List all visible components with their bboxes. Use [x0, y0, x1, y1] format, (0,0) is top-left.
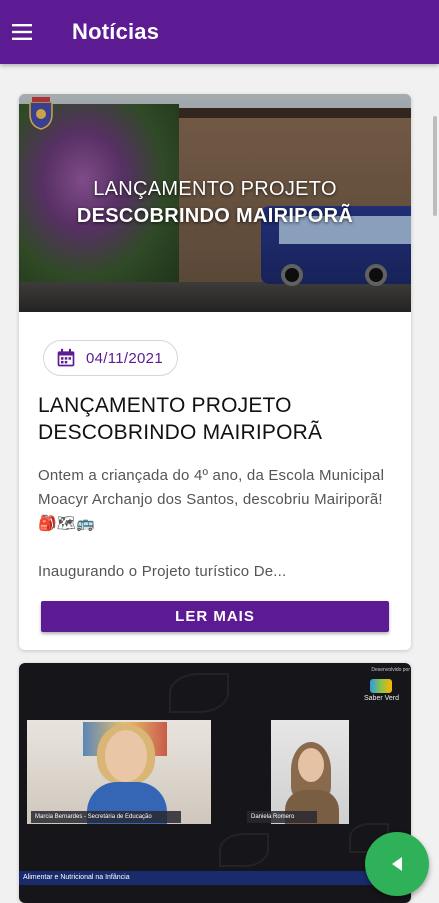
video-participant — [27, 720, 211, 824]
news-title[interactable]: LANÇAMENTO PROJETO DESCOBRINDO MAIRIPORÃ — [38, 392, 398, 446]
brand-name: Saber Verd — [364, 695, 400, 702]
image-overlay-line2: DESCOBRINDO MAIRIPORÃ — [76, 205, 354, 227]
news-date: 04/11/2021 — [86, 349, 163, 367]
image-overlay-line1: LANÇAMENTO PROJETO — [93, 178, 337, 200]
speaker-name-tag: Daniela Romero — [247, 811, 317, 823]
date-chip: 04/11/2021 — [43, 340, 178, 376]
news-card[interactable]: Desenvolvido por Saber Verd Marcia Berna… — [19, 663, 411, 903]
city-crest-icon — [29, 97, 53, 130]
video-caption-bar: Alimentar e Nutricional na Infância Live — [19, 871, 411, 885]
page-title: Notícias — [72, 19, 160, 44]
play-back-icon — [392, 857, 402, 871]
brand-small-text: Desenvolvido por — [371, 667, 410, 673]
news-excerpt: Ontem a criançada do 4º ano, da Escola M… — [38, 467, 385, 532]
news-image[interactable]: Desenvolvido por Saber Verd Marcia Berna… — [19, 663, 411, 903]
read-more-button[interactable]: LER MAIS — [41, 601, 389, 632]
menu-button[interactable] — [0, 10, 44, 54]
scrollbar[interactable] — [433, 116, 437, 216]
brand-logo: Desenvolvido por Saber Verd — [354, 667, 410, 709]
news-image[interactable]: LANÇAMENTO PROJETO DESCOBRINDO MAIRIPORÃ — [19, 94, 411, 312]
hamburger-menu-icon — [12, 24, 32, 40]
news-excerpt-more: Inaugurando o Projeto turístico De... — [38, 563, 287, 580]
speaker-name-tag: Marcia Bernardes - Secretária de Educaçã… — [31, 811, 181, 823]
calendar-icon — [57, 348, 75, 367]
news-card[interactable]: LANÇAMENTO PROJETO DESCOBRINDO MAIRIPORÃ… — [19, 94, 411, 650]
video-caption: Alimentar e Nutricional na Infância — [23, 874, 130, 881]
video-participant — [271, 720, 349, 824]
app-bar: Notícias — [0, 0, 439, 64]
floating-action-button[interactable] — [365, 832, 429, 896]
